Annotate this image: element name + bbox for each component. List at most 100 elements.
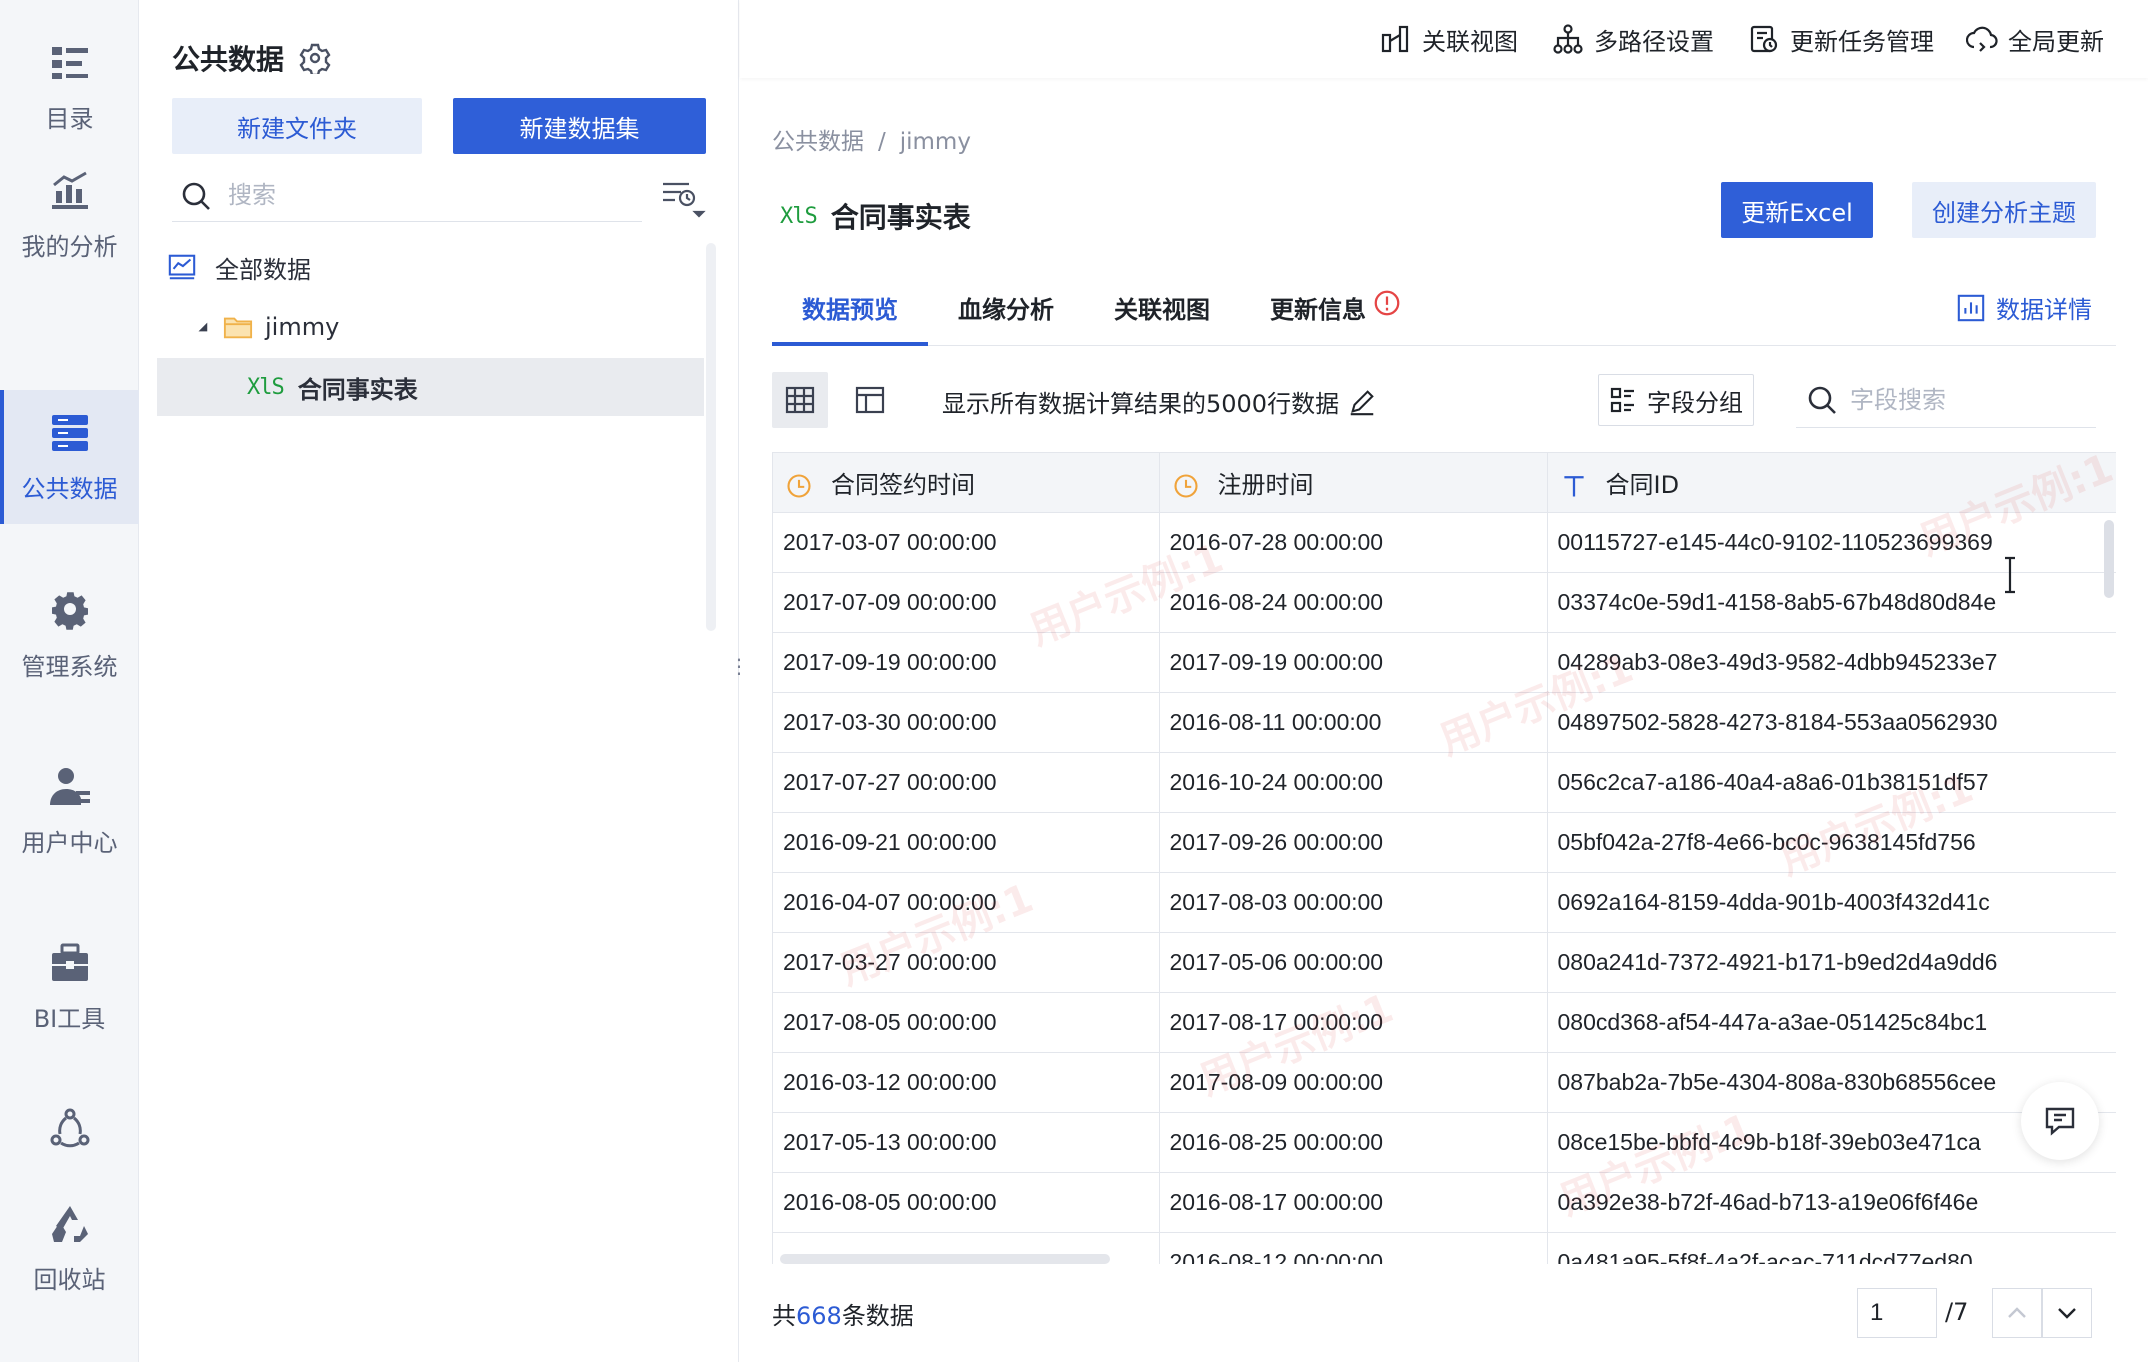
update-excel-button[interactable]: 更新Excel [1721, 182, 1873, 238]
toolbox-icon [51, 943, 88, 981]
table-horizontal-scrollbar[interactable] [780, 1254, 1110, 1264]
nav-item-recycle-bin[interactable]: 回收站 [0, 1188, 139, 1308]
layout-view-button[interactable] [842, 372, 898, 428]
table-cell[interactable]: 2017-07-27 00:00:00 [773, 752, 1160, 813]
chat-assistant-button[interactable] [2021, 1082, 2099, 1160]
tab-relation-view[interactable]: 关联视图 [1114, 290, 1210, 346]
table-cell[interactable]: 2017-03-30 00:00:00 [773, 692, 1160, 753]
table-cell[interactable]: 2017-05-13 00:00:00 [773, 1112, 1160, 1173]
update-task-mgmt-button[interactable]: 更新任务管理 [1748, 20, 1934, 58]
table-cell[interactable]: 080cd368-af54-447a-a3ae-051425c84bc1 [1547, 992, 2116, 1053]
relation-view-button[interactable]: 关联视图 [1380, 20, 1518, 58]
nav-item-catalog[interactable]: 目录 [0, 20, 139, 154]
global-update-button[interactable]: 全局更新 [1966, 20, 2104, 58]
table-cell[interactable]: 2017-08-17 00:00:00 [1159, 992, 1548, 1053]
table-vertical-scrollbar[interactable] [2104, 520, 2114, 598]
table-header-row: 合同签约时间 注册时间 合同ID [773, 452, 2116, 513]
column-header-label: 合同签约时间 [831, 471, 975, 499]
table-cell[interactable]: 0692a164-8159-4dda-901b-4003f432d41c [1547, 872, 2116, 933]
tree-item-label: 合同事实表 [297, 375, 418, 404]
table-cell[interactable]: 03374c0e-59d1-4158-8ab5-67b48d80d84e [1547, 572, 2116, 633]
table-cell[interactable]: 04897502-5828-4273-8184-553aa0562930 [1547, 692, 2116, 753]
nav-label: 回收站 [33, 1265, 106, 1294]
table-cell[interactable]: 04289ab3-08e3-49d3-9582-4dbb945233e7 [1547, 632, 2116, 693]
table-cell[interactable]: 2017-05-06 00:00:00 [1159, 932, 1548, 993]
table-cell[interactable]: 2017-08-03 00:00:00 [1159, 872, 1548, 933]
table-cell[interactable]: 2017-09-19 00:00:00 [773, 632, 1160, 693]
data-details-button[interactable]: 数据详情 [1956, 290, 2092, 325]
table-cell[interactable]: 2016-08-05 00:00:00 [773, 1172, 1160, 1233]
nav-item-my-analysis[interactable]: 我的分析 [0, 148, 139, 282]
table-row: 2017-03-27 00:00:00 2017-05-06 00:00:00 08… [773, 932, 2116, 993]
page-prev-button[interactable] [1992, 1288, 2042, 1338]
table-cell[interactable]: 2017-09-26 00:00:00 [1159, 812, 1548, 873]
table-cell[interactable]: 2016-07-28 00:00:00 [1159, 512, 1548, 573]
caret-down-icon[interactable] [195, 320, 209, 334]
table-cell[interactable]: 080a241d-7372-4921-b171-b9ed2d4a9dd6 [1547, 932, 2116, 993]
page-next-button[interactable] [2042, 1288, 2092, 1338]
breadcrumb-leaf[interactable]: jimmy [900, 129, 971, 155]
table-cell[interactable]: 2017-08-05 00:00:00 [773, 992, 1160, 1053]
new-dataset-button[interactable]: 新建数据集 [453, 98, 706, 154]
nav-item-admin-system[interactable]: 管理系统 [0, 568, 139, 702]
table-cell[interactable]: 00115727-e145-44c0-9102-110523699369 [1547, 512, 2116, 573]
nav-item-user-center[interactable]: 用户中心 [0, 744, 139, 878]
search-icon [182, 182, 210, 210]
table-cell[interactable]: 0a392e38-b72f-46ad-b713-a19e06f6f46e [1547, 1172, 2116, 1233]
lineage-icon [50, 1108, 89, 1148]
text-type-icon [1563, 476, 1584, 497]
multipath-settings-button[interactable]: 多路径设置 [1552, 20, 1714, 58]
page-number-input[interactable] [1857, 1288, 1937, 1338]
table-cell[interactable]: 05bf042a-27f8-4e66-bc0c-9638145fd756 [1547, 812, 2116, 873]
nav-label: 公共数据 [21, 474, 118, 503]
nav-item-bi-tools[interactable]: BI工具 [0, 920, 139, 1054]
table-cell[interactable]: 2017-09-19 00:00:00 [1159, 632, 1548, 693]
create-analysis-topic-button[interactable]: 创建分析主题 [1912, 182, 2096, 238]
gear-icon[interactable] [299, 42, 331, 74]
table-cell[interactable]: 056c2ca7-a186-40a4-a8a6-01b38151df57 [1547, 752, 2116, 813]
table-cell[interactable]: 2016-10-24 00:00:00 [1159, 752, 1548, 813]
table-cell[interactable]: 2016-09-21 00:00:00 [773, 812, 1160, 873]
column-header-register-time[interactable]: 注册时间 [1159, 452, 1548, 513]
table-cell[interactable]: 2016-08-17 00:00:00 [1159, 1172, 1548, 1233]
new-folder-button[interactable]: 新建文件夹 [172, 98, 422, 154]
tree-item-label: jimmy [265, 313, 340, 341]
column-header-contract-sign-time[interactable]: 合同签约时间 [773, 452, 1160, 513]
field-search-input[interactable] [1850, 382, 2090, 418]
table-cell[interactable]: 2016-03-12 00:00:00 [773, 1052, 1160, 1113]
breadcrumb-sep: / [878, 129, 886, 155]
column-header-contract-id[interactable]: 合同ID [1547, 452, 2116, 513]
edit-pencil-icon[interactable] [1347, 387, 1377, 417]
breadcrumb-root[interactable]: 公共数据 [772, 129, 864, 155]
filter-sort-icon[interactable] [659, 176, 707, 224]
nav-item-lineage[interactable] [0, 1094, 139, 1184]
panel-scrollbar[interactable] [706, 243, 716, 631]
table-cell[interactable]: 2017-08-09 00:00:00 [1159, 1052, 1548, 1113]
table-cell[interactable]: 2016-08-11 00:00:00 [1159, 692, 1548, 753]
table-cell[interactable]: 2016-08-25 00:00:00 [1159, 1112, 1548, 1173]
tree-item-all-data[interactable]: 全部数据 [157, 238, 704, 296]
tab-lineage[interactable]: 血缘分析 [958, 290, 1054, 346]
table-cell[interactable]: 0a481a95-5f8f-4a2f-acac-711dcd77ed80 [1547, 1232, 2116, 1264]
nav-item-public-data[interactable]: 公共数据 [0, 390, 139, 524]
table-cell[interactable]: 2016-08-12 00:00:00 [1159, 1232, 1548, 1264]
recycle-icon [51, 1205, 88, 1242]
table-cell[interactable]: 2017-03-27 00:00:00 [773, 932, 1160, 993]
total-number: 668 [796, 1302, 842, 1330]
tab-data-preview[interactable]: 数据预览 [772, 290, 928, 346]
nav-label: BI工具 [33, 1004, 106, 1033]
table-cell[interactable]: 2016-08-24 00:00:00 [1159, 572, 1548, 633]
grid-view-button[interactable] [772, 372, 828, 428]
tab-update-info[interactable]: 更新信息 [1270, 290, 1402, 346]
field-group-button[interactable]: 字段分组 [1598, 374, 1754, 426]
search-input[interactable] [228, 176, 628, 214]
relation-view-label: 关联视图 [1422, 27, 1518, 56]
rows-info: 显示所有数据计算结果的5000行数据 [942, 384, 1377, 419]
table-cell[interactable]: 2017-03-07 00:00:00 [773, 512, 1160, 573]
analysis-icon [51, 171, 88, 209]
tree-item-jimmy[interactable]: jimmy [157, 298, 704, 356]
total-suffix: 条数据 [841, 1302, 914, 1330]
table-cell[interactable]: 2017-07-09 00:00:00 [773, 572, 1160, 633]
table-cell[interactable]: 2016-04-07 00:00:00 [773, 872, 1160, 933]
tree-item-contract-fact-table[interactable]: XlS 合同事实表 [157, 358, 704, 416]
